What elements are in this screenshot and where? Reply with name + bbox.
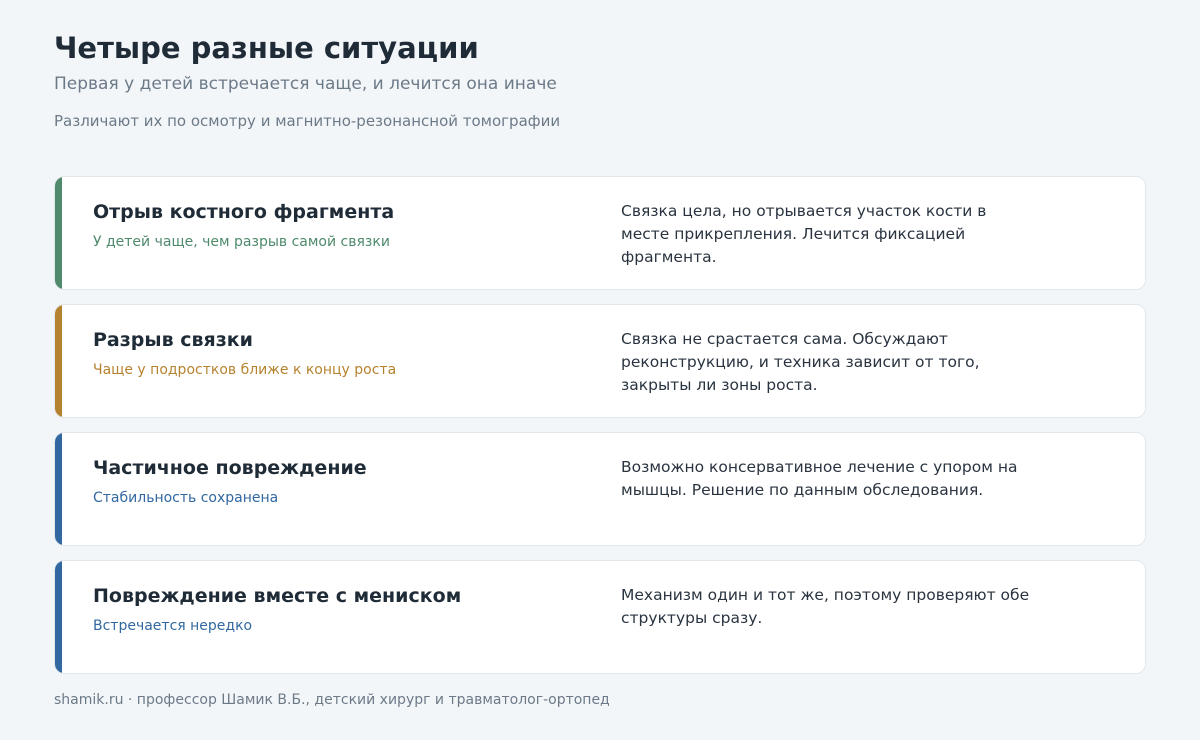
page-subtitle: Первая у детей встречается чаще, и лечит… <box>54 74 557 94</box>
card-description: Связка цела, но отрывается участок кости… <box>621 202 987 266</box>
card-bone-avulsion: Отрыв костного фрагмента У детей чаще, ч… <box>54 176 1146 290</box>
card-description: Возможно консервативное лечение с упором… <box>621 458 1018 499</box>
card-title: Отрыв костного фрагмента <box>93 201 395 223</box>
card-accent-bar <box>55 305 62 417</box>
card-accent-bar <box>55 433 62 545</box>
card-accent-bar <box>55 177 62 289</box>
card-tag: Стабильность сохранена <box>93 490 279 506</box>
card-partial-damage: Частичное повреждение Стабильность сохра… <box>54 432 1146 546</box>
card-title: Частичное повреждение <box>93 457 367 479</box>
card-description: Связка не срастается сама. Обсуждают рек… <box>621 330 980 394</box>
footer-credit: shamik.ru · профессор Шамик В.Б., детски… <box>54 692 610 708</box>
card-tag: Встречается нередко <box>93 618 253 634</box>
card-tag: У детей чаще, чем разрыв самой связки <box>93 234 390 250</box>
card-accent-bar <box>55 561 62 673</box>
card-ligament-rupture: Разрыв связки Чаще у подростков ближе к … <box>54 304 1146 418</box>
card-meniscus-damage: Повреждение вместе с мениском Встречаетс… <box>54 560 1146 674</box>
card-title: Повреждение вместе с мениском <box>93 585 462 607</box>
page-note: Различают их по осмотру и магнитно-резон… <box>54 112 561 130</box>
card-title: Разрыв связки <box>93 329 253 351</box>
card-description: Механизм один и тот же, поэтому проверяю… <box>621 586 1030 627</box>
card-tag: Чаще у подростков ближе к концу роста <box>93 362 397 378</box>
page-title: Четыре разные ситуации <box>54 31 479 65</box>
